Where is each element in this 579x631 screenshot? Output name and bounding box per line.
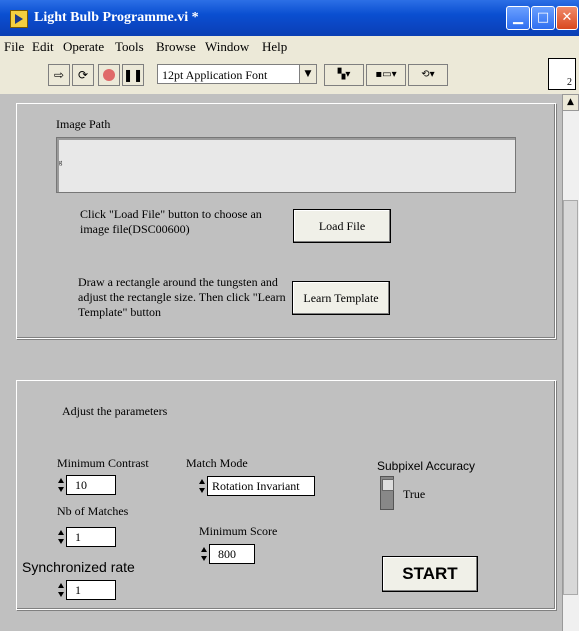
vi-connector-icon[interactable]: 2 xyxy=(548,58,576,90)
run-continuously-icon[interactable]: ⟳ xyxy=(72,64,94,86)
match-mode-spinner[interactable] xyxy=(198,476,206,496)
vi-icon-label: 2 xyxy=(567,77,572,88)
match-mode-label: Match Mode xyxy=(186,456,248,470)
run-icon[interactable]: ⇨ xyxy=(48,64,70,86)
menu-file[interactable]: File xyxy=(4,39,24,55)
sync-rate-spinner[interactable] xyxy=(57,580,65,600)
min-score-spinner[interactable] xyxy=(200,544,208,564)
align-objects-icon[interactable]: ▚▾ xyxy=(324,64,364,86)
menu-operate[interactable]: Operate xyxy=(63,39,104,55)
font-selector-value: 12pt Application Font xyxy=(162,68,268,82)
subpixel-toggle-switch[interactable] xyxy=(380,476,394,510)
start-button[interactable]: START xyxy=(382,556,478,592)
nb-matches-spinner[interactable] xyxy=(57,527,65,547)
maximize-icon: □ xyxy=(536,10,550,25)
menu-browse[interactable]: Browse xyxy=(156,39,196,55)
load-file-button[interactable]: Load File xyxy=(293,209,391,243)
maximize-button[interactable]: □ xyxy=(531,6,555,30)
min-score-input[interactable]: 800 xyxy=(209,544,255,564)
scrollbar-thumb[interactable] xyxy=(563,200,578,595)
match-mode-ring[interactable]: Rotation Invariant xyxy=(207,476,315,496)
nb-matches-label: Nb of Matches xyxy=(57,504,129,518)
sync-rate-label: Synchronized rate xyxy=(22,559,135,575)
menu-window[interactable]: Window xyxy=(205,39,249,55)
min-score-label: Minimum Score xyxy=(199,524,278,538)
scroll-up-arrow-icon[interactable]: ▲ xyxy=(562,94,579,111)
subpixel-value: True xyxy=(403,487,426,501)
params-heading: Adjust the parameters xyxy=(62,404,168,418)
load-instructions: Click "Load File" button to choose an im… xyxy=(80,207,262,236)
close-icon: ✕ xyxy=(561,10,573,25)
subpixel-label: Subpixel Accuracy xyxy=(377,459,476,473)
window-title: Light Bulb Programme.vi * xyxy=(34,10,199,25)
min-contrast-spinner[interactable] xyxy=(57,475,65,495)
font-selector[interactable]: 12pt Application Font ▼ xyxy=(157,64,317,84)
learn-instructions: Draw a rectangle around the tungsten and… xyxy=(78,275,286,319)
chevron-down-icon: ▼ xyxy=(299,65,316,83)
abort-icon[interactable] xyxy=(98,64,120,86)
close-button[interactable]: ✕ xyxy=(556,6,578,30)
nb-matches-input[interactable]: 1 xyxy=(66,527,116,547)
minimize-button[interactable]: ▁ xyxy=(506,6,530,30)
menu-tools[interactable]: Tools xyxy=(115,39,144,55)
minimize-icon: ▁ xyxy=(513,10,523,25)
min-contrast-label: Minimum Contrast xyxy=(57,456,149,470)
image-path-label: Image Path xyxy=(56,117,111,131)
labview-vi-icon[interactable] xyxy=(10,10,28,28)
path-icon: ᵍ xyxy=(59,158,63,170)
reorder-icon[interactable]: ⟲▾ xyxy=(408,64,448,86)
menu-edit[interactable]: Edit xyxy=(32,39,54,55)
pause-icon[interactable]: ❚❚ xyxy=(122,64,144,86)
sync-rate-input[interactable]: 1 xyxy=(66,580,116,600)
min-contrast-input[interactable]: 10 xyxy=(66,475,116,495)
learn-template-button[interactable]: Learn Template xyxy=(292,281,390,315)
menu-help[interactable]: Help xyxy=(262,39,287,55)
image-path-field[interactable]: ᵍ xyxy=(56,137,516,193)
distribute-objects-icon[interactable]: ▪▭▾ xyxy=(366,64,406,86)
